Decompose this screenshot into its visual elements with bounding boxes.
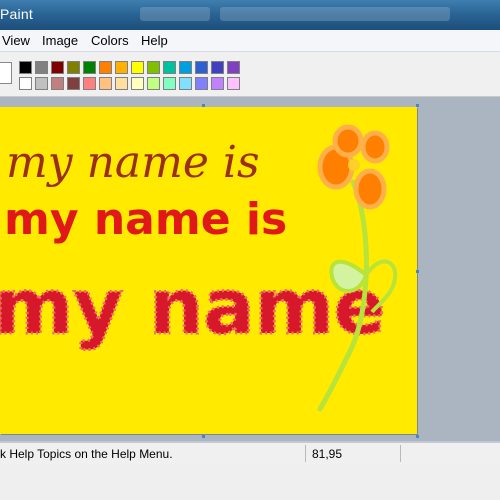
resize-handle[interactable] bbox=[202, 435, 205, 438]
color-swatch[interactable] bbox=[35, 77, 48, 90]
color-swatch[interactable] bbox=[115, 61, 128, 74]
status-coordinates: 81,95 bbox=[312, 447, 343, 461]
menu-help[interactable]: Help bbox=[141, 33, 168, 48]
canvas-text-line1: my name is bbox=[6, 137, 260, 188]
color-swatch[interactable] bbox=[51, 61, 64, 74]
color-swatch[interactable] bbox=[163, 61, 176, 74]
color-swatch[interactable] bbox=[83, 61, 96, 74]
flower-petal bbox=[332, 124, 364, 158]
title-blur bbox=[220, 7, 450, 21]
status-separator bbox=[305, 445, 306, 462]
menu-view[interactable]: View bbox=[2, 33, 30, 48]
color-palette bbox=[0, 52, 500, 97]
flower-center bbox=[348, 159, 360, 171]
workspace: my name is my name is my name bbox=[0, 97, 500, 441]
color-swatch[interactable] bbox=[115, 77, 128, 90]
menu-image[interactable]: Image bbox=[42, 33, 78, 48]
color-swatch[interactable] bbox=[195, 61, 208, 74]
color-swatch[interactable] bbox=[83, 77, 96, 90]
color-swatch[interactable] bbox=[147, 77, 160, 90]
color-swatch[interactable] bbox=[19, 61, 32, 74]
color-swatch[interactable] bbox=[211, 77, 224, 90]
menu-bar: View Image Colors Help bbox=[0, 30, 500, 52]
color-swatch[interactable] bbox=[131, 61, 144, 74]
taskbar-area bbox=[0, 465, 500, 500]
canvas-text-line2: my name is bbox=[4, 194, 287, 245]
color-swatch[interactable] bbox=[67, 77, 80, 90]
color-swatch[interactable] bbox=[179, 77, 192, 90]
color-swatch[interactable] bbox=[35, 61, 48, 74]
color-swatch[interactable] bbox=[211, 61, 224, 74]
color-swatch[interactable] bbox=[163, 77, 176, 90]
canvas-text-line3: my name bbox=[0, 262, 385, 351]
window-title: Paint bbox=[0, 6, 33, 22]
color-swatch[interactable] bbox=[67, 61, 80, 74]
title-bar: Paint bbox=[0, 0, 500, 30]
resize-handle[interactable] bbox=[416, 104, 419, 107]
color-swatch[interactable] bbox=[51, 77, 64, 90]
color-swatch[interactable] bbox=[99, 77, 112, 90]
status-separator bbox=[400, 445, 401, 462]
color-swatch[interactable] bbox=[227, 77, 240, 90]
drawing-canvas[interactable]: my name is my name is my name bbox=[0, 107, 417, 434]
color-swatch[interactable] bbox=[147, 61, 160, 74]
canvas-drawing: my name is my name is my name bbox=[0, 124, 398, 412]
menu-colors[interactable]: Colors bbox=[91, 33, 129, 48]
current-color-box[interactable] bbox=[0, 62, 12, 84]
color-swatch[interactable] bbox=[19, 77, 32, 90]
resize-handle[interactable] bbox=[416, 435, 419, 438]
color-swatch[interactable] bbox=[99, 61, 112, 74]
flower-petal bbox=[353, 168, 387, 210]
color-swatch[interactable] bbox=[227, 61, 240, 74]
resize-handle[interactable] bbox=[202, 104, 205, 107]
title-blur bbox=[140, 7, 210, 21]
color-swatch[interactable] bbox=[195, 77, 208, 90]
status-bar: k Help Topics on the Help Menu. 81,95 bbox=[0, 442, 500, 465]
flower-petal bbox=[360, 130, 390, 164]
color-swatch[interactable] bbox=[131, 77, 144, 90]
status-help-text: k Help Topics on the Help Menu. bbox=[0, 447, 173, 461]
resize-handle[interactable] bbox=[416, 270, 419, 273]
color-swatch[interactable] bbox=[179, 61, 192, 74]
